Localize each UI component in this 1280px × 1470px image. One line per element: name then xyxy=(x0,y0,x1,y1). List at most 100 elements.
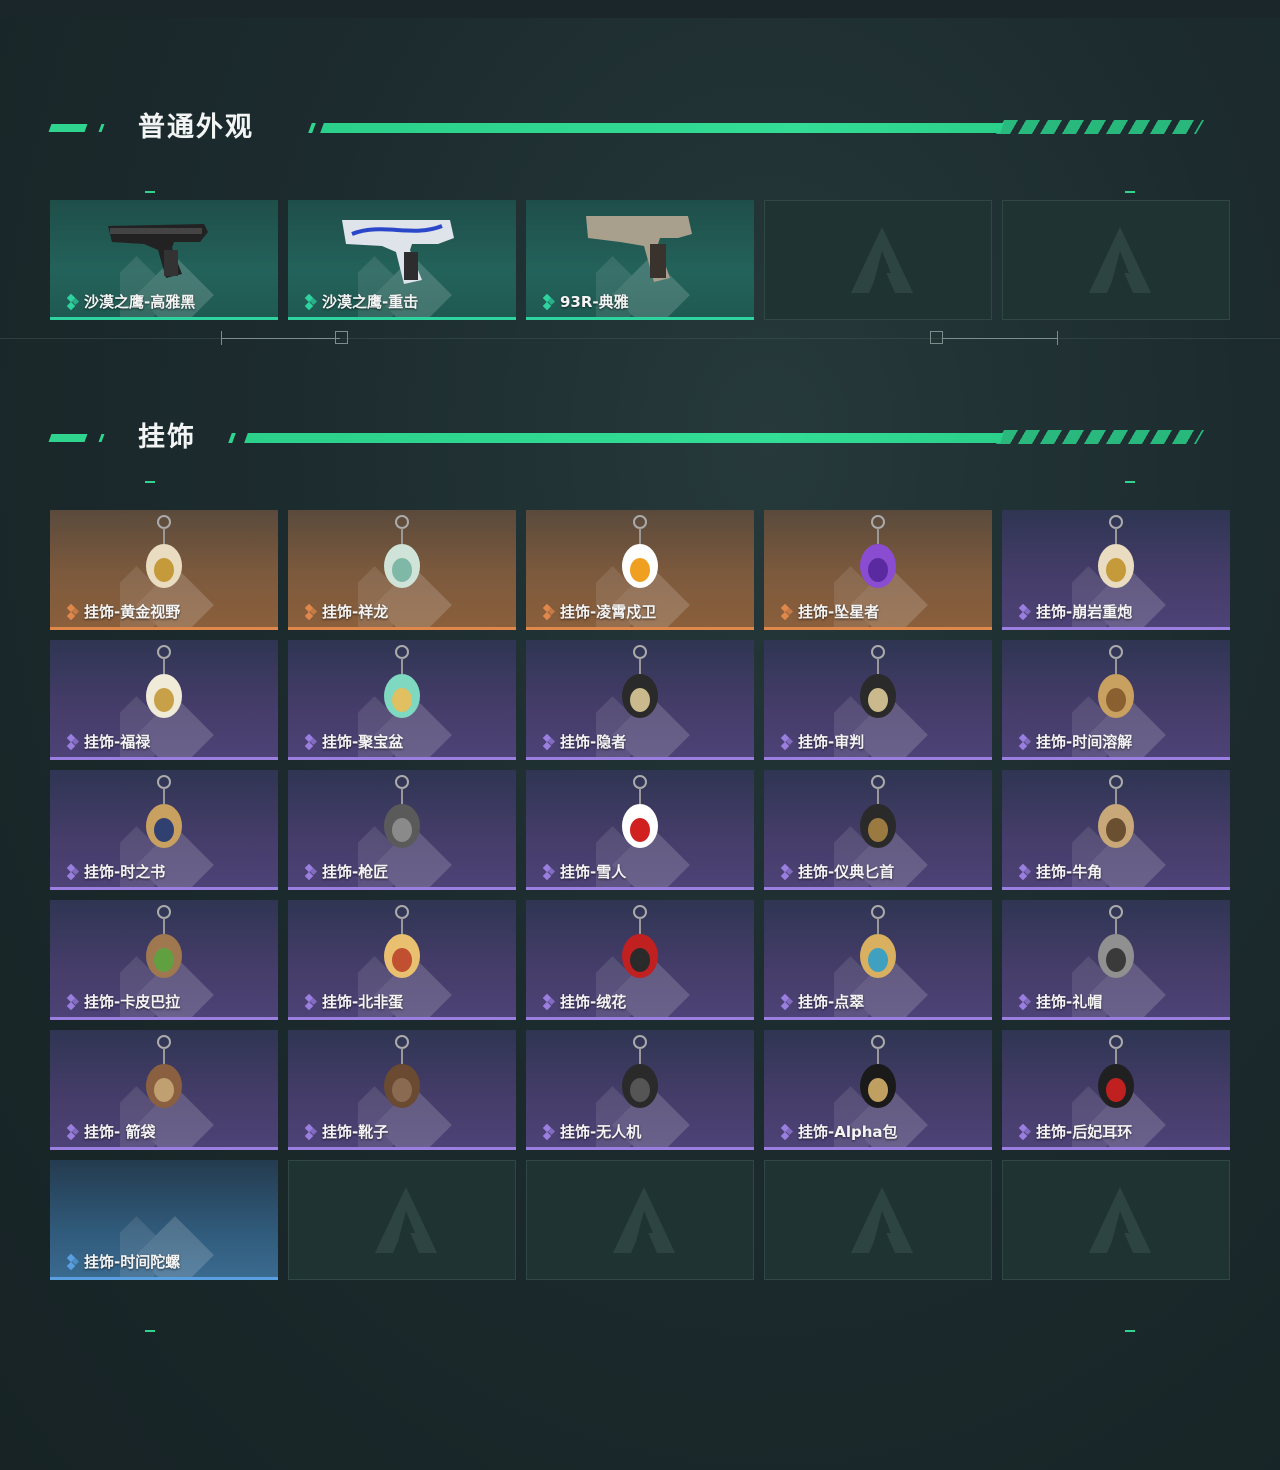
item-label: 挂饰-仪典匕首 xyxy=(798,863,895,881)
item-card[interactable]: 沙漠之鹰-高雅黑 xyxy=(50,200,278,320)
item-card[interactable]: 挂饰- 箭袋 xyxy=(50,1030,278,1150)
item-card[interactable]: 挂饰-隐者 xyxy=(526,640,754,760)
skin-grid: 沙漠之鹰-高雅黑 沙漠之鹰-重击 93R-典雅 xyxy=(50,200,1230,320)
rarity-icon xyxy=(302,993,318,1011)
rarity-icon xyxy=(778,733,794,751)
rarity-icon xyxy=(64,863,80,881)
item-label: 挂饰-卡皮巴拉 xyxy=(84,993,181,1011)
item-label: 挂饰-时间溶解 xyxy=(1036,733,1133,751)
item-card[interactable]: 挂饰-Alpha包 xyxy=(764,1030,992,1150)
item-label: 沙漠之鹰-高雅黑 xyxy=(84,293,196,311)
item-card[interactable]: 挂饰-黄金视野 xyxy=(50,510,278,630)
item-card[interactable]: 沙漠之鹰-重击 xyxy=(288,200,516,320)
charm-earring-icon xyxy=(1056,1034,1176,1120)
rarity-icon xyxy=(1016,733,1032,751)
item-card[interactable]: 挂饰-牛角 xyxy=(1002,770,1230,890)
item-card[interactable]: 挂饰-时之书 xyxy=(50,770,278,890)
item-card[interactable]: 挂饰-无人机 xyxy=(526,1030,754,1150)
item-label: 挂饰-祥龙 xyxy=(322,603,389,621)
item-label: 挂饰-凌霄戍卫 xyxy=(560,603,657,621)
item-card[interactable]: 挂饰-坠星者 xyxy=(764,510,992,630)
pistol-tan-icon xyxy=(580,204,700,290)
placeholder-logo-icon xyxy=(371,1183,441,1259)
item-label: 挂饰-审判 xyxy=(798,733,865,751)
empty-slot xyxy=(764,1160,992,1280)
item-label: 挂饰-枪匠 xyxy=(322,863,389,881)
rarity-icon xyxy=(302,293,318,311)
corner-tick xyxy=(1125,481,1135,483)
rarity-icon xyxy=(540,293,556,311)
item-card[interactable]: 挂饰-绒花 xyxy=(526,900,754,1020)
empty-slot xyxy=(526,1160,754,1280)
item-label: 挂饰-牛角 xyxy=(1036,863,1103,881)
charm-hat-icon xyxy=(1056,904,1176,990)
charm-dragon-icon xyxy=(342,514,462,600)
item-card[interactable]: 挂饰-时间溶解 xyxy=(1002,640,1230,760)
pistol-white-blue-icon xyxy=(342,204,462,290)
charm-capybara-icon xyxy=(104,904,224,990)
item-card[interactable]: 挂饰-祥龙 xyxy=(288,510,516,630)
item-card[interactable]: 挂饰-雪人 xyxy=(526,770,754,890)
charm-snowman-icon xyxy=(580,774,700,860)
rarity-icon xyxy=(1016,1123,1032,1141)
rarity-icon xyxy=(64,603,80,621)
item-label: 挂饰-时之书 xyxy=(84,863,166,881)
divider-box xyxy=(335,331,348,344)
item-card[interactable]: 挂饰-北非蛋 xyxy=(288,900,516,1020)
placeholder-logo-icon xyxy=(1085,1183,1155,1259)
charm-gourd-icon xyxy=(104,644,224,730)
corner-tick xyxy=(1125,191,1135,193)
divider-box xyxy=(930,331,943,344)
charm-crystal-icon xyxy=(818,514,938,600)
charm-quiver-icon xyxy=(104,1034,224,1120)
item-card[interactable]: 挂饰-后妃耳环 xyxy=(1002,1030,1230,1150)
charm-figure-icon xyxy=(1056,514,1176,600)
item-label: 挂饰-崩岩重炮 xyxy=(1036,603,1133,621)
item-card[interactable]: 挂饰-枪匠 xyxy=(288,770,516,890)
placeholder-logo-icon xyxy=(609,1183,679,1259)
item-label: 挂饰-点翠 xyxy=(798,993,865,1011)
item-card[interactable]: 挂饰-崩岩重炮 xyxy=(1002,510,1230,630)
header-bar xyxy=(320,123,1004,133)
rarity-icon xyxy=(302,863,318,881)
item-card[interactable]: 挂饰-审判 xyxy=(764,640,992,760)
rarity-icon xyxy=(778,603,794,621)
charm-pan-icon xyxy=(342,904,462,990)
item-card[interactable]: 挂饰-聚宝盆 xyxy=(288,640,516,760)
header-stripe xyxy=(48,124,88,132)
rarity-icon xyxy=(540,1123,556,1141)
charm-guard-icon xyxy=(580,514,700,600)
rarity-icon xyxy=(778,863,794,881)
item-card[interactable]: 挂饰-时间陀螺 xyxy=(50,1160,278,1280)
charm-flower-icon xyxy=(580,904,700,990)
top-bar xyxy=(0,0,1280,18)
section-title: 普通外观 xyxy=(138,112,254,143)
charm-clock-icon xyxy=(1056,644,1176,730)
divider-mark xyxy=(1057,331,1058,345)
rarity-icon xyxy=(64,293,80,311)
item-label: 挂饰-隐者 xyxy=(560,733,627,751)
item-card[interactable]: 挂饰-点翠 xyxy=(764,900,992,1020)
rarity-icon xyxy=(778,993,794,1011)
placeholder-logo-icon xyxy=(847,1183,917,1259)
charm-horn-icon xyxy=(1056,774,1176,860)
item-card[interactable]: 挂饰-福禄 xyxy=(50,640,278,760)
item-label: 挂饰- 箭袋 xyxy=(84,1123,156,1141)
header-stripe xyxy=(98,124,105,132)
charm-bowl-icon xyxy=(342,644,462,730)
item-card[interactable]: 挂饰-仪典匕首 xyxy=(764,770,992,890)
item-label: 挂饰-后妃耳环 xyxy=(1036,1123,1133,1141)
item-card[interactable]: 挂饰-卡皮巴拉 xyxy=(50,900,278,1020)
section-title: 挂饰 xyxy=(138,422,196,453)
header-checker xyxy=(995,430,1205,444)
item-card[interactable]: 挂饰-礼帽 xyxy=(1002,900,1230,1020)
header-checker xyxy=(995,120,1205,134)
item-card[interactable]: 挂饰-凌霄戍卫 xyxy=(526,510,754,630)
rarity-icon xyxy=(302,1123,318,1141)
item-card[interactable]: 93R-典雅 xyxy=(526,200,754,320)
empty-slot xyxy=(288,1160,516,1280)
rarity-icon xyxy=(64,733,80,751)
item-card[interactable]: 挂饰-靴子 xyxy=(288,1030,516,1150)
empty-slot xyxy=(764,200,992,320)
rarity-icon xyxy=(778,1123,794,1141)
